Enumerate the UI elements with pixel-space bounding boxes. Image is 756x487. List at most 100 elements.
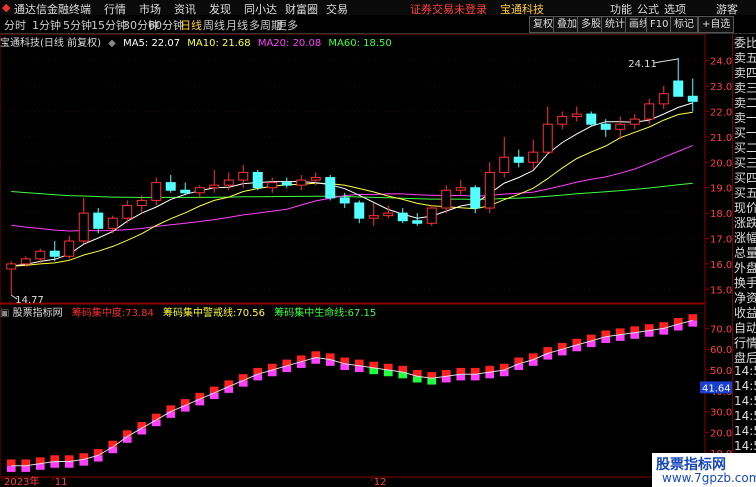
candle-body bbox=[93, 212, 104, 229]
indicator-bar-upper bbox=[688, 314, 698, 321]
indicator-bar-lower bbox=[21, 465, 31, 472]
indicator-name[interactable]: 股票指标网 bbox=[13, 308, 63, 319]
indicator-bar-lower bbox=[122, 436, 132, 443]
quote-panel-item[interactable]: 14:5 bbox=[734, 379, 756, 393]
candle-body bbox=[441, 189, 452, 209]
period-5min[interactable]: 5分钟 bbox=[63, 17, 92, 33]
kline-chart[interactable]: 24.00 23.00 22.00 21.00 20.00 19.00 18.00 17.00… bbox=[0, 34, 732, 487]
candle-body bbox=[107, 217, 118, 229]
concentration-label: 筹码集中度: bbox=[71, 308, 126, 319]
high-price-label: 24.11 bbox=[628, 59, 657, 70]
x-axis-label: 11 bbox=[55, 477, 68, 487]
period-15min[interactable]: 15分钟 bbox=[91, 17, 127, 33]
period-60min[interactable]: 60分钟 bbox=[148, 17, 184, 33]
main-chart-info: 宝通科技(日线 前复权) ◆ MA5: 22.07 MA10: 21.68 MA… bbox=[0, 34, 720, 49]
quote-panel-item[interactable]: 14:5 bbox=[734, 409, 756, 423]
candle-body bbox=[64, 240, 75, 257]
indicator-bar-upper bbox=[93, 449, 103, 456]
indicator-bar-upper bbox=[6, 459, 16, 466]
y-tick-label: 22.00 bbox=[710, 108, 732, 119]
mark-button[interactable]: 标记 bbox=[670, 16, 698, 33]
x-axis-label: 12 bbox=[374, 477, 387, 487]
indicator-bar-lower bbox=[64, 461, 74, 468]
concentration-value: 73.84 bbox=[125, 308, 154, 319]
candle-body bbox=[470, 187, 481, 209]
f10-button[interactable]: F10 bbox=[646, 16, 673, 33]
indicator-bar-lower bbox=[166, 411, 176, 418]
life-line-value: 67.15 bbox=[347, 308, 377, 319]
candle-body bbox=[629, 118, 640, 125]
quote-panel-item[interactable]: 14:5 bbox=[734, 424, 756, 438]
indicator-bar-upper bbox=[311, 351, 321, 358]
candle-body bbox=[281, 182, 292, 186]
app-logo-icon: ◆ bbox=[2, 1, 11, 14]
watermark: 股票指标网 www.7gpzb.com bbox=[652, 453, 756, 487]
indicator-bars bbox=[6, 314, 698, 472]
period-toolbar: 分时 1分钟 5分钟 15分钟 30分钟 60分钟 日线 周线 月线 多周期 更… bbox=[0, 15, 756, 34]
period-intraday[interactable]: 分时 bbox=[4, 17, 26, 33]
period-1min[interactable]: 1分钟 bbox=[32, 17, 61, 33]
indicator-bar-upper bbox=[485, 365, 495, 373]
candle-body bbox=[252, 171, 263, 189]
sub-y-tick-label: 70.00 bbox=[710, 324, 732, 335]
candlestick-series bbox=[6, 57, 698, 296]
stock-name: 宝通科技(日线 前复权) bbox=[0, 38, 101, 49]
candle-body bbox=[658, 93, 669, 105]
candle-body bbox=[542, 123, 553, 153]
indicator-bar-upper bbox=[398, 365, 408, 373]
indicator-icon[interactable]: ▣ bbox=[0, 308, 9, 319]
candle-body bbox=[499, 156, 510, 173]
candle-body bbox=[310, 177, 321, 181]
ma5-path bbox=[11, 102, 693, 267]
indicator-bar-upper bbox=[21, 459, 31, 466]
indicator-bar-lower bbox=[470, 374, 480, 381]
candle-body bbox=[397, 212, 408, 222]
ma60-line bbox=[11, 182, 693, 200]
indicator-bar-upper bbox=[456, 367, 466, 375]
ma60-label: MA60: 18.50 bbox=[328, 38, 392, 49]
quote-panel-item[interactable]: 14:5 bbox=[734, 439, 756, 453]
ma5-label: MA5: 22.07 bbox=[123, 38, 181, 49]
add-watchlist-button[interactable]: +自选 bbox=[698, 16, 735, 33]
indicator-bar-lower bbox=[354, 365, 364, 373]
ma10-line bbox=[11, 111, 693, 267]
candle-body bbox=[513, 156, 524, 163]
candle-body bbox=[180, 189, 191, 194]
period-daily[interactable]: 日线 bbox=[180, 17, 202, 33]
candle-body bbox=[571, 113, 582, 118]
period-more[interactable]: 更多 bbox=[276, 17, 298, 33]
quote-panel-item[interactable]: 14:5 bbox=[734, 394, 756, 408]
quote-panel: 委比 卖五 卖四 卖三 卖二 卖一 买一 买二 买三 买四 买五 现价 涨跌 涨幅 总量 外盘 换手 净资 收益 自动… bbox=[732, 34, 756, 454]
ma5-line bbox=[11, 102, 693, 267]
current-value-label: 41.64 bbox=[702, 383, 731, 394]
quote-panel-item[interactable]: 14:5 bbox=[734, 364, 756, 378]
main-panel-frame bbox=[0, 34, 706, 304]
candle-body bbox=[194, 187, 205, 194]
indicator-bar-upper bbox=[151, 413, 161, 420]
candle-body bbox=[586, 113, 597, 125]
candle-body bbox=[325, 177, 336, 199]
y-tick-label: 19.00 bbox=[710, 184, 732, 195]
indicator-bar-lower bbox=[151, 419, 161, 427]
candle-body bbox=[484, 171, 495, 209]
y-tick-label: 16.00 bbox=[710, 260, 732, 271]
candle-body bbox=[223, 179, 234, 186]
period-weekly[interactable]: 周线 bbox=[203, 17, 225, 33]
period-monthly[interactable]: 月线 bbox=[226, 17, 248, 33]
candle-body bbox=[78, 212, 89, 242]
ma60-path bbox=[11, 182, 693, 200]
sub-y-tick-label: 60.00 bbox=[710, 345, 732, 356]
candle-body bbox=[687, 95, 698, 102]
indicator-bar-upper bbox=[122, 430, 132, 437]
candle-body bbox=[238, 171, 249, 181]
candle-body bbox=[412, 220, 423, 224]
candle-body bbox=[6, 263, 17, 270]
title-bar: ◆ 通达信金融终端 行情 市场 资讯 发现 同小达 财富圈 交易 证券交易未登录… bbox=[0, 0, 756, 16]
indicator-bar-lower bbox=[137, 428, 147, 435]
ma10-path bbox=[11, 111, 693, 267]
candle-body bbox=[339, 197, 350, 204]
candle-body bbox=[615, 123, 626, 130]
sub-chart-info: ▣ 股票指标网 筹码集中度:73.84 筹码集中警戒线:70.56 筹码集中生命… bbox=[0, 304, 376, 319]
y-tick-label: 20.00 bbox=[710, 158, 732, 169]
dropdown-icon[interactable]: ◆ bbox=[108, 38, 116, 49]
